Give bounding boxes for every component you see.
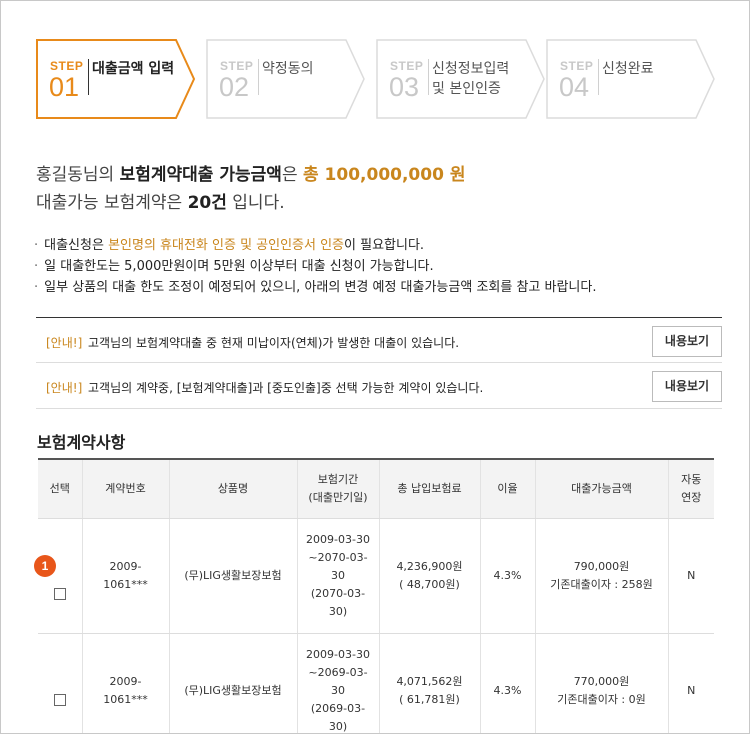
step-4-label: STEP	[560, 59, 594, 73]
notice-message: 고객님의 보험계약대출 중 현재 미납이자(연체)가 발생한 대출이 있습니다.	[88, 336, 460, 350]
step-1: STEP 01 대출금액 입력	[36, 39, 196, 119]
period-cell: 2009-03-30 ~2070-03- 30 (2070-03- 30)	[296, 518, 379, 634]
section-title: 보험계약사항	[37, 433, 126, 452]
step-2-divider	[258, 59, 259, 95]
auto-renew-cell: N	[667, 633, 714, 733]
auto-renew-cell: N	[667, 518, 714, 634]
guide-text: 이 필요합니다.	[344, 238, 425, 253]
view-details-button[interactable]: 내용보기	[652, 326, 722, 357]
step-1-title: 대출금액 입력	[92, 61, 175, 77]
step-marker-badge: 1	[34, 554, 56, 577]
loan-amount-cell: 790,000원 기존대출이자 : 258원	[534, 518, 668, 634]
step-2-title: 약정동의	[262, 61, 314, 77]
step-1-divider	[88, 59, 89, 95]
header-loan-amount: 대출가능금액	[534, 458, 668, 519]
header-rate: 이율	[479, 458, 535, 519]
guide-list: 대출신청은 본인명의 휴대전화 인증 및 공인인증서 인증이 필요합니다. 일 …	[34, 235, 597, 298]
contract-table: 선택 계약번호 상품명 보험기간 (대출만기일) 총 납입보험료 이율 대출가능…	[34, 458, 714, 733]
step-2-label: STEP	[220, 59, 254, 73]
step-4-number: 04	[559, 72, 590, 102]
summary-contract-count: 20건	[187, 193, 227, 213]
table-row[interactable]: 2009- 1061*** (무)LIG생활보장보험 2009-03-30 ~2…	[38, 633, 714, 733]
step-3-divider	[428, 59, 429, 95]
select-cell	[38, 633, 82, 733]
page-frame: STEP 01 대출금액 입력 STEP 02 약정동의 STEP 03 신청정…	[0, 0, 750, 734]
select-cell: 1	[34, 518, 82, 634]
table-header-row: 선택 계약번호 상품명 보험기간 (대출만기일) 총 납입보험료 이율 대출가능…	[38, 458, 714, 519]
summary-line-2: 대출가능 보험계약은 20건 입니다.	[36, 189, 465, 217]
contract-no-cell: 2009- 1061***	[81, 518, 169, 634]
notice-overdue: [안내!] 고객님의 보험계약대출 중 현재 미납이자(연체)가 발생한 대출이…	[36, 317, 722, 363]
header-premium: 총 납입보험료	[378, 458, 480, 519]
step-1-label: STEP	[50, 59, 84, 73]
summary-connector: 은	[281, 165, 303, 185]
guide-highlight: 본인명의 휴대전화 인증 및 공인인증서 인증	[108, 238, 345, 253]
loan-summary: 홍길동님의 보험계약대출 가능금액은 총 100,000,000 원 대출가능 …	[36, 161, 465, 217]
product-cell: (무)LIG생활보장보험	[168, 633, 297, 733]
header-product: 상품명	[168, 458, 297, 519]
step-3: STEP 03 신청정보입력 및 본인인증	[376, 39, 546, 119]
loan-amount-cell: 770,000원 기존대출이자 : 0원	[534, 633, 668, 733]
notice-selectable: [안내!] 고객님의 계약중, [보험계약대출]과 [중도인출]중 선택 가능한…	[36, 363, 722, 409]
summary-line-1: 홍길동님의 보험계약대출 가능금액은 총 100,000,000 원	[36, 161, 465, 189]
header-auto-renew: 자동 연장	[667, 458, 714, 519]
header-select: 선택	[38, 458, 82, 519]
premium-cell: 4,071,562원 ( 61,781원)	[378, 633, 480, 733]
step-2: STEP 02 약정동의	[206, 39, 366, 119]
summary-customer-name: 홍길동님의	[36, 165, 120, 185]
step-1-number: 01	[49, 72, 80, 102]
premium-cell: 4,236,900원 ( 48,700원)	[378, 518, 480, 634]
step-4-divider	[598, 59, 599, 95]
step-4-title: 신청완료	[602, 61, 654, 77]
notice-tag: [안내!]	[46, 336, 83, 350]
guide-item: 일부 상품의 대출 한도 조정이 예정되어 있으니, 아래의 변경 예정 대출가…	[34, 277, 596, 298]
product-cell: (무)LIG생활보장보험	[168, 518, 297, 634]
summary-count-prefix: 대출가능 보험계약은	[36, 193, 188, 213]
step-4: STEP 04 신청완료	[546, 39, 716, 119]
contract-no-cell: 2009- 1061***	[81, 633, 169, 733]
step-3-title: 신청정보입력 및 본인인증	[432, 61, 510, 97]
step-2-number: 02	[219, 72, 250, 102]
row-checkbox[interactable]	[53, 693, 66, 706]
rate-cell: 4.3%	[479, 518, 535, 634]
summary-count-suffix: 입니다.	[226, 193, 285, 213]
summary-loan-label: 보험계약대출 가능금액	[119, 165, 282, 185]
step-indicator: STEP 01 대출금액 입력 STEP 02 약정동의 STEP 03 신청정…	[36, 39, 726, 119]
notice-tag: [안내!]	[46, 381, 83, 395]
header-contract-no: 계약번호	[81, 458, 169, 519]
step-3-number: 03	[389, 72, 420, 102]
table-row[interactable]: 1 2009- 1061*** (무)LIG생활보장보험 2009-03-30 …	[34, 518, 714, 634]
header-period: 보험기간 (대출만기일)	[296, 458, 379, 519]
step-3-label: STEP	[390, 59, 424, 73]
notice-message: 고객님의 계약중, [보험계약대출]과 [중도인출]중 선택 가능한 계약이 있…	[88, 381, 484, 395]
row-checkbox[interactable]	[53, 587, 66, 600]
rate-cell: 4.3%	[479, 633, 535, 733]
guide-item: 대출신청은 본인명의 휴대전화 인증 및 공인인증서 인증이 필요합니다.	[34, 235, 597, 256]
period-cell: 2009-03-30 ~2069-03- 30 (2069-03- 30)	[296, 633, 379, 733]
view-details-button[interactable]: 내용보기	[652, 371, 722, 402]
guide-item: 일 대출한도는 5,000만원이며 5만원 이상부터 대출 신청이 가능합니다.	[34, 256, 597, 277]
guide-text: 대출신청은	[44, 238, 109, 253]
summary-total-amount: 총 100,000,000 원	[302, 165, 466, 185]
